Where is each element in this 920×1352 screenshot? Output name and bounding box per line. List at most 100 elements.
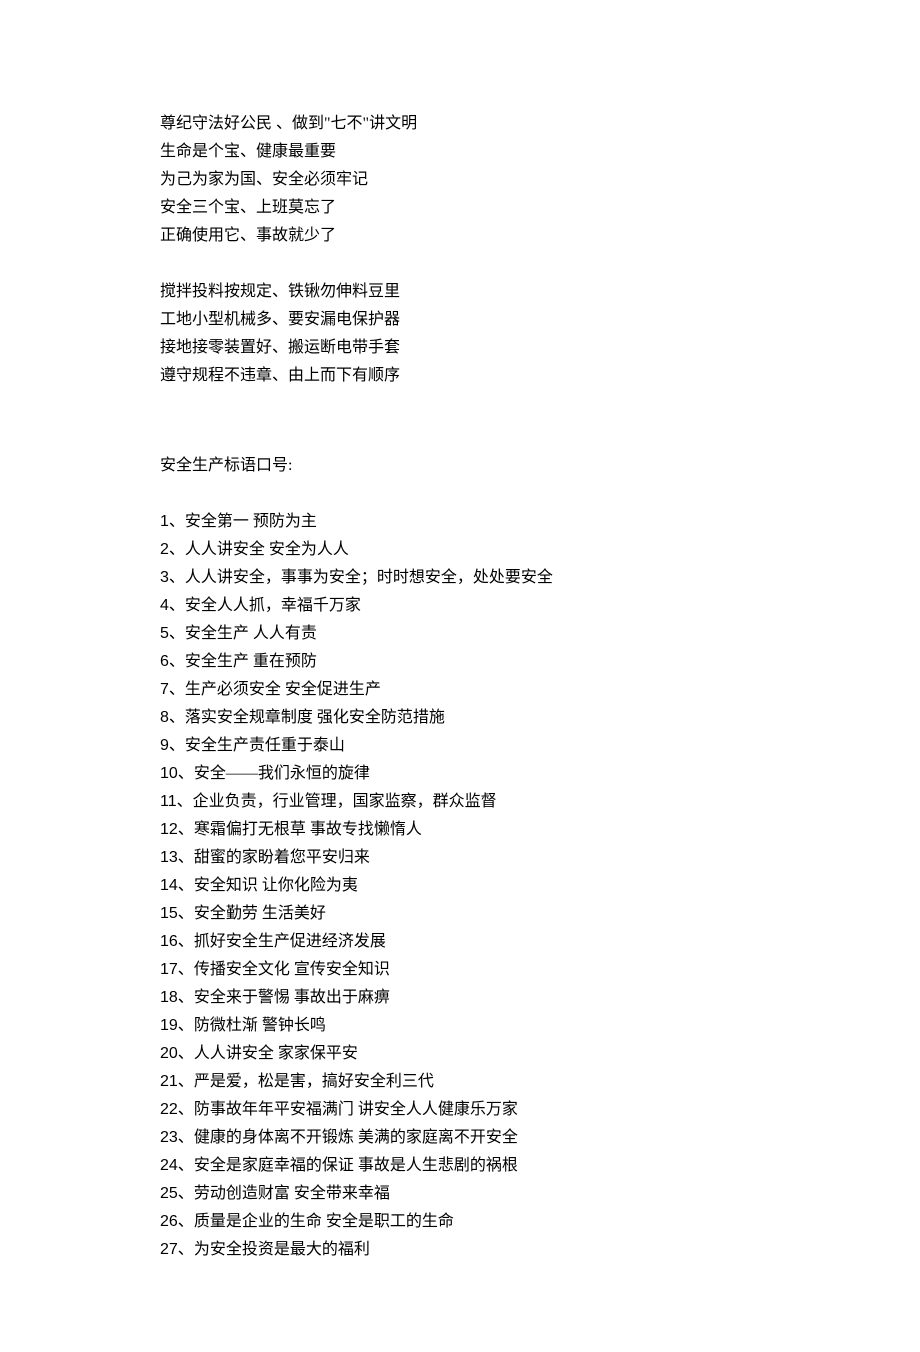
slogan-item: 2、人人讲安全 安全为人人 [160,536,760,564]
slogan-text: 安全来于警惕 事故出于麻痹 [194,989,390,1006]
slogan-separator: 、 [178,1045,194,1062]
slogan-text: 安全——我们永恒的旋律 [194,765,370,782]
slogan-separator: 、 [178,933,194,950]
text-line: 搅拌投料按规定、铁锹勿伸料豆里 [160,278,760,306]
slogan-separator: 、 [178,961,194,978]
slogan-text: 企业负责，行业管理，国家监察，群众监督 [193,793,497,810]
slogan-number: 3 [160,569,169,586]
slogan-text: 人人讲安全 家家保平安 [194,1045,358,1062]
slogan-separator: 、 [178,1101,194,1118]
slogan-text: 安全生产责任重于泰山 [185,737,345,754]
slogan-number: 10 [160,765,178,782]
slogan-number: 11 [160,793,177,810]
slogan-number: 4 [160,597,169,614]
slogan-item: 7、生产必须安全 安全促进生产 [160,676,760,704]
slogan-number: 5 [160,625,169,642]
slogan-text: 防微杜渐 警钟长鸣 [194,1017,326,1034]
slogan-separator: 、 [177,793,193,810]
slogan-text: 甜蜜的家盼着您平安归来 [194,849,370,866]
slogan-item: 9、安全生产责任重于泰山 [160,732,760,760]
slogan-item: 5、安全生产 人人有责 [160,620,760,648]
slogan-number: 25 [160,1185,178,1202]
slogan-separator: 、 [178,1129,194,1146]
slogan-item: 13、甜蜜的家盼着您平安归来 [160,844,760,872]
slogan-text: 劳动创造财富 安全带来幸福 [194,1185,390,1202]
slogan-item: 22、防事故年年平安福满门 讲安全人人健康乐万家 [160,1096,760,1124]
slogan-number: 6 [160,653,169,670]
slogan-number: 1 [160,513,169,530]
slogan-number: 20 [160,1045,178,1062]
slogan-text: 抓好安全生产促进经济发展 [194,933,386,950]
slogan-separator: 、 [169,737,185,754]
slogan-number: 19 [160,1017,178,1034]
slogan-text: 严是爱，松是害，搞好安全利三代 [194,1073,434,1090]
slogan-number: 18 [160,989,178,1006]
slogan-number: 24 [160,1157,178,1174]
slogan-number: 26 [160,1213,178,1230]
slogan-text: 安全是家庭幸福的保证 事故是人生悲剧的祸根 [194,1157,518,1174]
slogan-text: 落实安全规章制度 强化安全防范措施 [185,709,445,726]
slogan-item: 17、传播安全文化 宣传安全知识 [160,956,760,984]
text-line: 安全三个宝、上班莫忘了 [160,194,760,222]
slogan-text: 人人讲安全 安全为人人 [185,541,349,558]
slogan-item: 26、质量是企业的生命 安全是职工的生命 [160,1208,760,1236]
slogan-item: 19、防微杜渐 警钟长鸣 [160,1012,760,1040]
slogan-number: 12 [160,821,178,838]
slogan-separator: 、 [178,1157,194,1174]
section-title: 安全生产标语口号: [160,452,760,480]
slogan-text: 寒霜偏打无根草 事故专找懒惰人 [194,821,422,838]
slogan-text: 质量是企业的生命 安全是职工的生命 [194,1213,454,1230]
slogan-number: 23 [160,1129,178,1146]
couplet-block-1: 尊纪守法好公民 、做到"七不"讲文明 生命是个宝、健康最重要 为己为家为国、安全… [160,110,760,250]
slogan-text: 安全第一 预防为主 [185,513,317,530]
slogan-number: 15 [160,905,178,922]
slogan-separator: 、 [178,905,194,922]
slogan-separator: 、 [169,541,185,558]
slogan-item: 10、安全——我们永恒的旋律 [160,760,760,788]
slogan-number: 22 [160,1101,178,1118]
slogan-item: 23、健康的身体离不开锻炼 美满的家庭离不开安全 [160,1124,760,1152]
slogan-number: 9 [160,737,169,754]
slogan-item: 16、抓好安全生产促进经济发展 [160,928,760,956]
slogan-separator: 、 [178,849,194,866]
slogan-separator: 、 [178,1017,194,1034]
slogan-separator: 、 [169,597,185,614]
slogan-separator: 、 [178,1213,194,1230]
slogan-separator: 、 [178,877,194,894]
slogan-item: 1、安全第一 预防为主 [160,508,760,536]
slogan-separator: 、 [178,765,194,782]
slogan-separator: 、 [178,1185,194,1202]
slogan-separator: 、 [178,1073,194,1090]
slogan-number: 17 [160,961,178,978]
slogan-number: 8 [160,709,169,726]
slogan-number: 14 [160,877,178,894]
slogan-item: 11、企业负责，行业管理，国家监察，群众监督 [160,788,760,816]
text-line: 正确使用它、事故就少了 [160,222,760,250]
slogan-text: 生产必须安全 安全促进生产 [185,681,381,698]
text-line: 为己为家为国、安全必须牢记 [160,166,760,194]
slogan-text: 安全勤劳 生活美好 [194,905,326,922]
slogan-separator: 、 [169,681,185,698]
document-page: 尊纪守法好公民 、做到"七不"讲文明 生命是个宝、健康最重要 为己为家为国、安全… [0,0,920,1352]
slogan-text: 安全生产 人人有责 [185,625,317,642]
slogan-item: 4、安全人人抓，幸福千万家 [160,592,760,620]
slogan-separator: 、 [169,625,185,642]
slogan-item: 21、严是爱，松是害，搞好安全利三代 [160,1068,760,1096]
slogan-list: 1、安全第一 预防为主2、人人讲安全 安全为人人3、人人讲安全，事事为安全；时时… [160,508,760,1264]
slogan-item: 12、寒霜偏打无根草 事故专找懒惰人 [160,816,760,844]
slogan-text: 传播安全文化 宣传安全知识 [194,961,390,978]
text-line: 工地小型机械多、要安漏电保护器 [160,306,760,334]
slogan-text: 为安全投资是最大的福利 [194,1241,370,1258]
slogan-text: 人人讲安全，事事为安全；时时想安全，处处要安全 [185,569,553,586]
slogan-item: 25、劳动创造财富 安全带来幸福 [160,1180,760,1208]
slogan-number: 21 [160,1073,178,1090]
slogan-item: 15、安全勤劳 生活美好 [160,900,760,928]
slogan-text: 安全人人抓，幸福千万家 [185,597,361,614]
slogan-separator: 、 [169,569,185,586]
slogan-number: 27 [160,1241,178,1258]
slogan-item: 3、人人讲安全，事事为安全；时时想安全，处处要安全 [160,564,760,592]
slogan-text: 安全生产 重在预防 [185,653,317,670]
text-line: 尊纪守法好公民 、做到"七不"讲文明 [160,110,760,138]
slogan-item: 24、安全是家庭幸福的保证 事故是人生悲剧的祸根 [160,1152,760,1180]
slogan-item: 27、为安全投资是最大的福利 [160,1236,760,1264]
